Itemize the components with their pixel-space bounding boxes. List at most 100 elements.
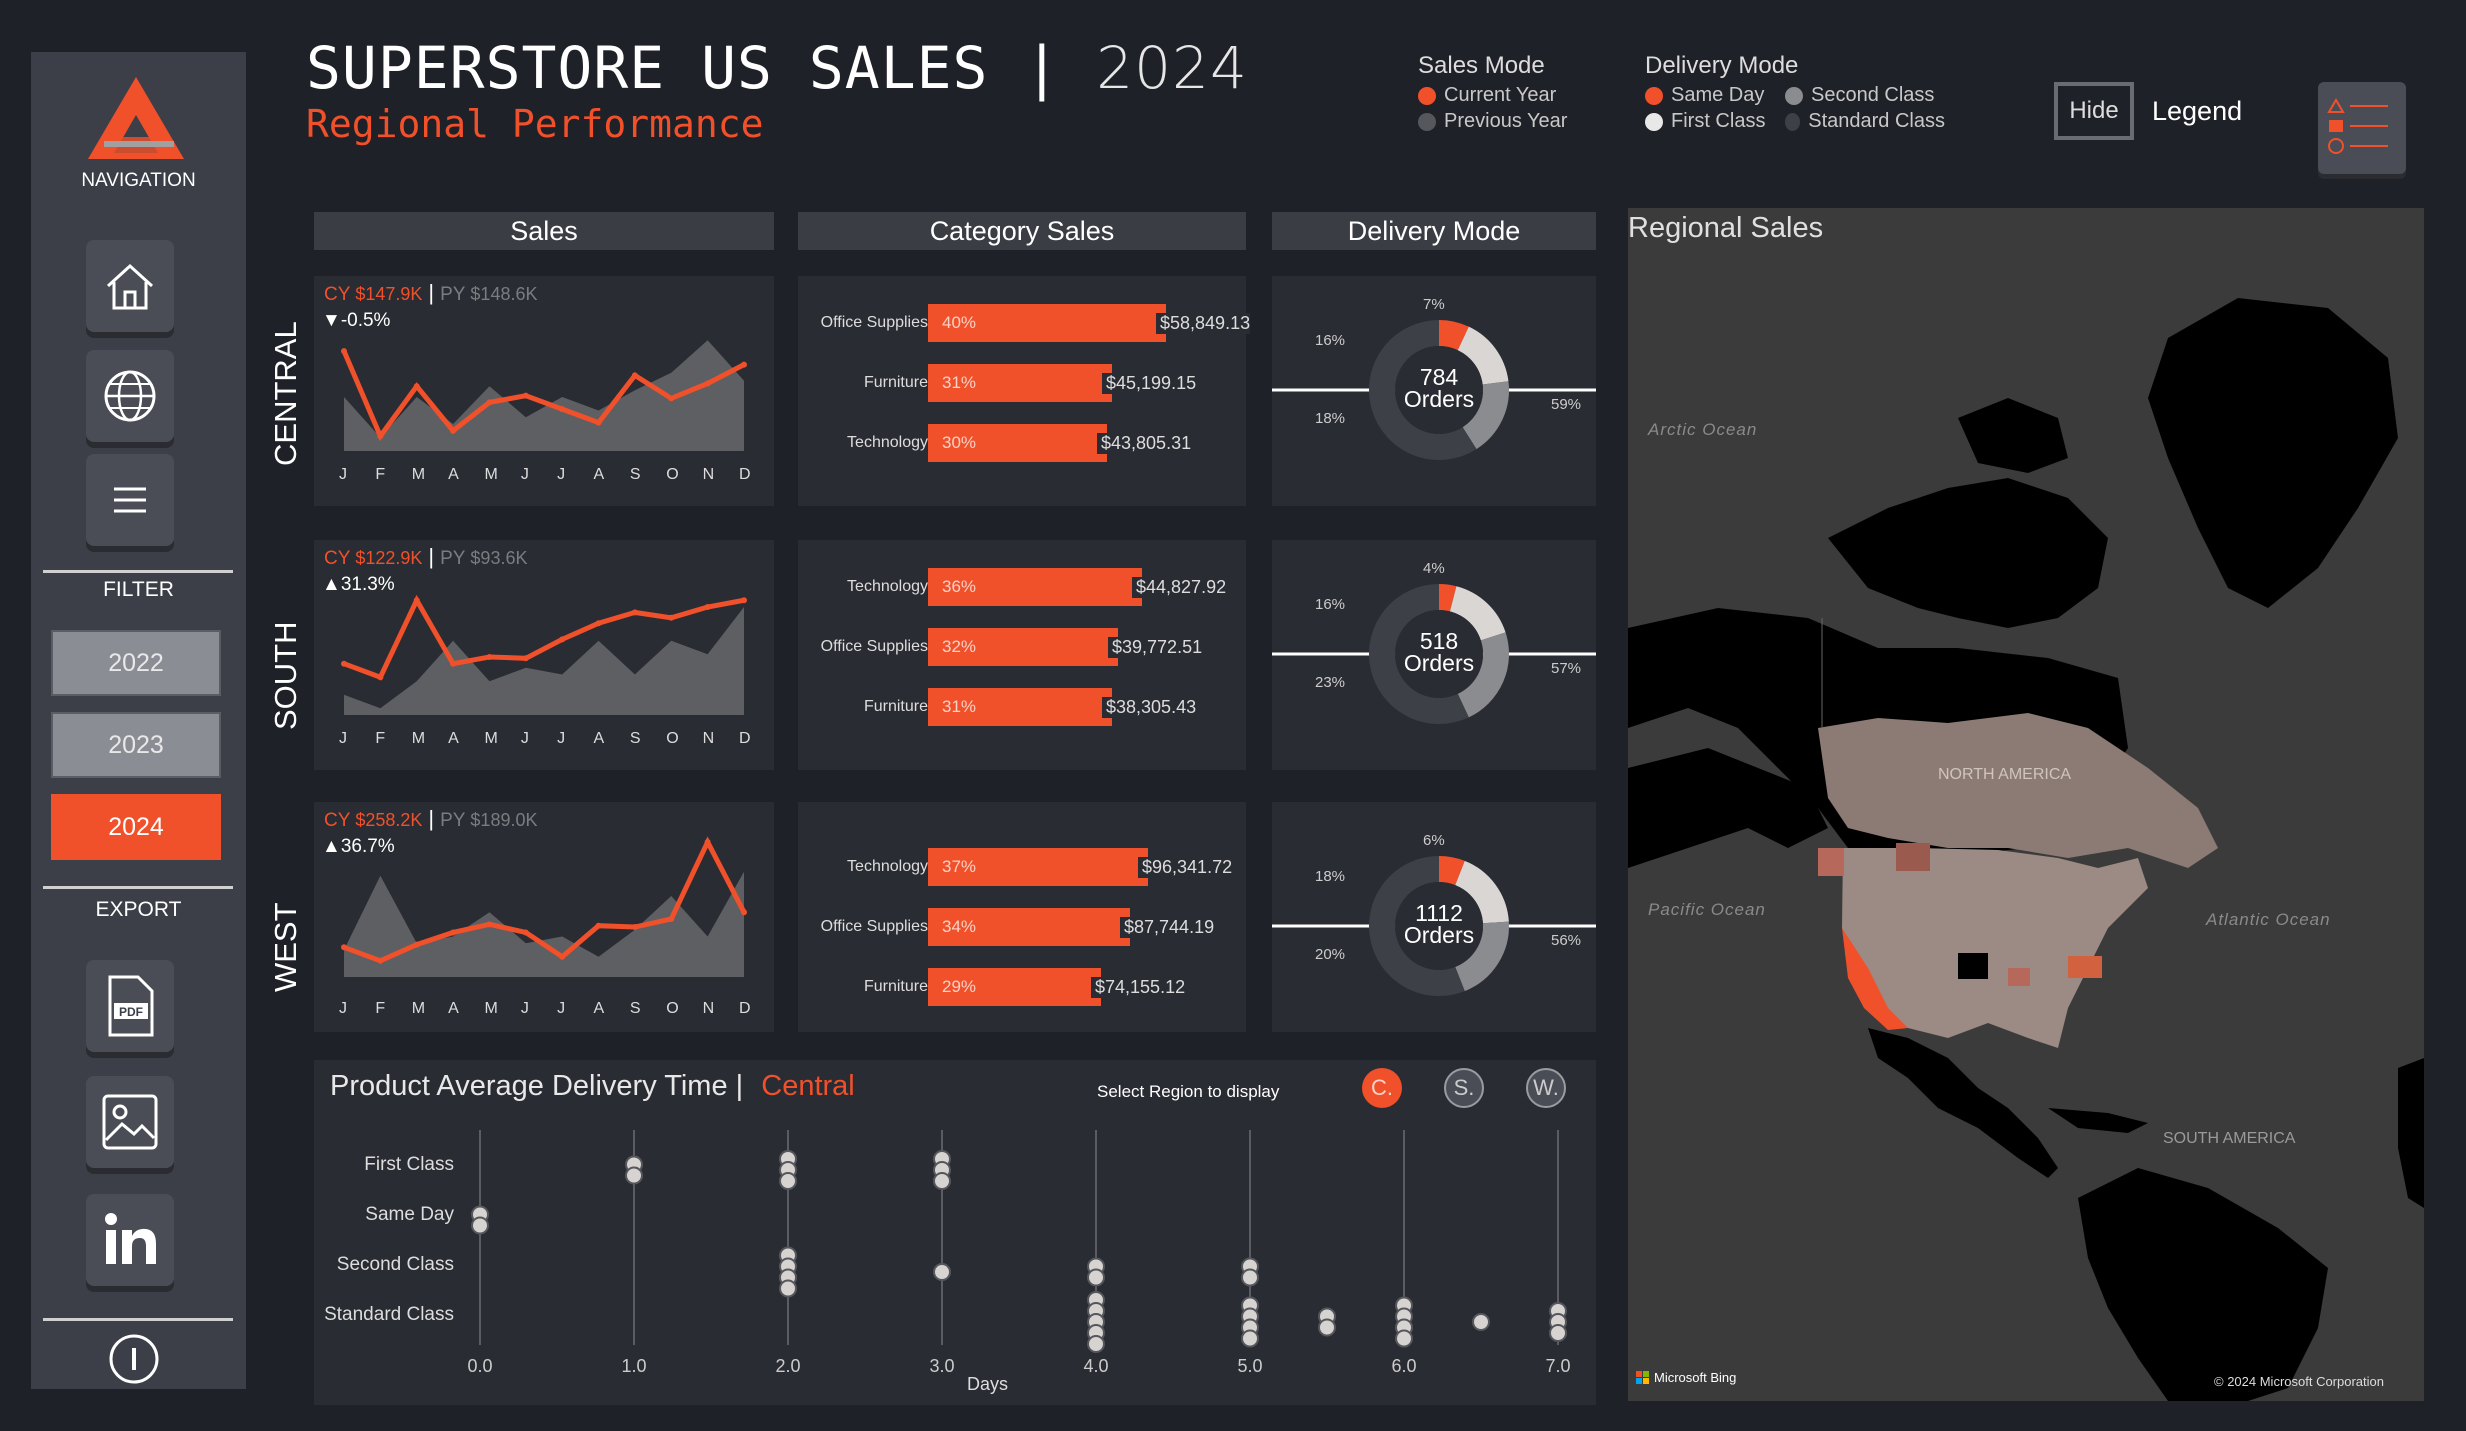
category-bar[interactable]: 37%: [928, 848, 1148, 886]
ocean-label: Arctic Ocean: [1648, 420, 1758, 439]
title-text: SUPERSTORE US SALES: [306, 34, 989, 102]
bing-attribution[interactable]: Microsoft Bing: [1636, 1370, 1736, 1385]
info-icon[interactable]: [107, 1332, 161, 1386]
legend-toggle-button[interactable]: [2318, 82, 2406, 174]
current-year-point: [741, 597, 747, 604]
divider: [43, 886, 233, 889]
category-bar[interactable]: 40%: [928, 304, 1166, 342]
orders-label: Orders: [1403, 922, 1475, 948]
globe-button[interactable]: [86, 350, 174, 442]
category-bar[interactable]: 30%: [928, 424, 1107, 462]
category-bar[interactable]: 29%: [928, 968, 1101, 1006]
regional-sales-map[interactable]: Regional Sales Arctic Ocean Pacific Ocea…: [1628, 208, 2424, 1401]
current-year-point: [704, 380, 711, 387]
category-bar[interactable]: 36%: [928, 568, 1142, 606]
delivery-time-point[interactable]: [1087, 1268, 1105, 1287]
region-label-south: SOUTH: [268, 621, 303, 731]
month-tick: M: [484, 1000, 498, 1017]
delivery-time-point[interactable]: [625, 1166, 643, 1185]
linkedin-button[interactable]: [86, 1194, 174, 1286]
delivery-time-point[interactable]: [1472, 1313, 1490, 1331]
second-class-pct: 18%: [1315, 410, 1346, 427]
month-tick: A: [448, 1000, 459, 1017]
current-year-point: [559, 406, 566, 413]
current-year-point: [341, 660, 347, 667]
month-tick: F: [375, 466, 386, 483]
category-value: $74,155.12: [1091, 977, 1186, 998]
month-tick: M: [411, 1000, 426, 1017]
category-value: $58,849.13: [1156, 313, 1251, 334]
title-year: 2024: [1096, 34, 1248, 102]
home-button[interactable]: [86, 240, 174, 332]
x-tick-label: 7.0: [1545, 1356, 1571, 1376]
current-year-point: [559, 636, 566, 643]
month-tick: S: [629, 466, 641, 483]
month-tick: F: [375, 730, 386, 747]
category-bar[interactable]: 32%: [928, 628, 1118, 666]
delivery-time-point[interactable]: [1395, 1329, 1413, 1348]
current-year-point: [631, 372, 638, 379]
year-2023-button[interactable]: 2023: [51, 712, 221, 778]
same-day-pct: 4%: [1423, 560, 1445, 577]
category-value: $87,744.19: [1120, 917, 1215, 938]
menu-icon: [114, 487, 146, 513]
menu-button[interactable]: [86, 454, 174, 546]
legend-previous-year[interactable]: Previous Year: [1418, 110, 1567, 133]
same-day-slice[interactable]: [1438, 584, 1457, 612]
orders-total: 784 Orders: [1379, 366, 1499, 412]
year-2022-button[interactable]: 2022: [51, 630, 221, 696]
current-year-point: [377, 957, 384, 964]
current-year-point: [668, 614, 675, 621]
current-year-point: [704, 839, 711, 845]
legend-current-year[interactable]: Current Year: [1418, 84, 1567, 107]
current-year-point: [631, 609, 638, 616]
category-bar[interactable]: 31%: [928, 688, 1112, 726]
legend-second-class[interactable]: Second Class: [1785, 84, 1945, 107]
current-year-point: [668, 915, 675, 922]
category-value: $44,827.92: [1132, 577, 1227, 598]
same-day-slice[interactable]: [1438, 320, 1469, 351]
month-tick: A: [593, 466, 605, 483]
pdf-file-icon: PDF: [108, 975, 154, 1037]
orders-total: 1112 Orders: [1379, 902, 1499, 948]
legend-standard-class[interactable]: Standard Class: [1785, 110, 1945, 133]
ocean-label: Pacific Ocean: [1648, 900, 1766, 919]
hide-legend-button[interactable]: Hide: [2054, 82, 2134, 140]
export-image-button[interactable]: [86, 1076, 174, 1168]
legend-first-class[interactable]: First Class: [1645, 110, 1785, 133]
delivery-time-point[interactable]: [1087, 1335, 1105, 1353]
delivery-time-point[interactable]: [1318, 1318, 1336, 1337]
x-tick-label: 4.0: [1083, 1356, 1109, 1376]
continent-label: SOUTH AMERICA: [2163, 1130, 2296, 1147]
month-tick: O: [666, 466, 679, 483]
current-year-point: [377, 433, 384, 440]
current-year-point: [741, 361, 747, 368]
delivery-time-point[interactable]: [779, 1279, 797, 1298]
divider: [43, 570, 233, 573]
navigation-label: NAVIGATION: [81, 170, 196, 191]
delivery-time-point[interactable]: [1241, 1268, 1259, 1287]
legend-same-day[interactable]: Same Day: [1645, 84, 1785, 107]
month-tick: J: [339, 1000, 347, 1017]
delivery-time-point[interactable]: [1549, 1324, 1567, 1342]
orders-label: Orders: [1403, 386, 1475, 412]
continent-label: NORTH AMERICA: [1938, 766, 2072, 783]
page-subtitle: Regional Performance: [306, 102, 764, 146]
delivery-mode-legend: Delivery Mode Same Day Second Class Firs…: [1645, 52, 1945, 133]
orders-count: 518: [1419, 628, 1459, 654]
delivery-time-point[interactable]: [933, 1263, 951, 1281]
same-day-slice[interactable]: [1438, 856, 1465, 886]
delivery-time-point[interactable]: [933, 1172, 951, 1190]
category-bar[interactable]: 31%: [928, 364, 1112, 402]
delivery-time-panel: Product Average Delivery Time | Central …: [314, 1060, 1596, 1405]
delivery-time-point[interactable]: [779, 1172, 797, 1190]
current-year-point: [377, 674, 384, 681]
category-bar[interactable]: 34%: [928, 908, 1130, 946]
category-label: Furniture: [863, 698, 928, 715]
sales-column-header: Sales: [314, 212, 774, 250]
delivery-time-point[interactable]: [1241, 1329, 1259, 1348]
second-class-dot-icon: [1785, 86, 1803, 105]
export-pdf-button[interactable]: PDF: [86, 960, 174, 1052]
year-2024-button[interactable]: 2024: [51, 794, 221, 860]
delivery-time-point[interactable]: [471, 1216, 489, 1235]
